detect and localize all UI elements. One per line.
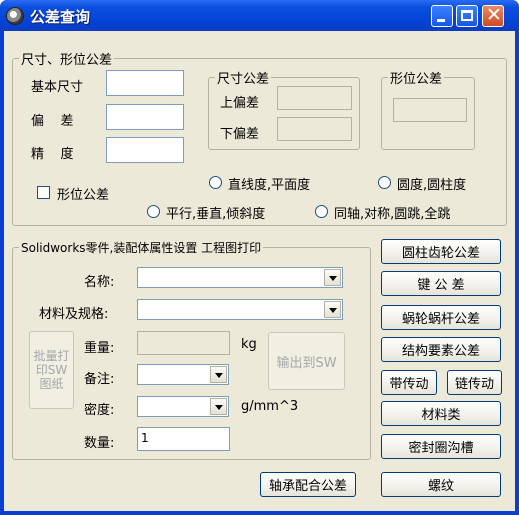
app-icon[interactable] [6,7,24,25]
weight-field [137,331,230,355]
belt-drive-button[interactable]: 带传动 [381,370,437,395]
density-combobox[interactable] [137,396,229,417]
structural-feature-tolerance-button[interactable]: 结构要素公差 [381,337,501,362]
material-class-button[interactable]: 材料类 [381,401,501,426]
seal-groove-button[interactable]: 密封圈沟槽 [381,434,501,459]
chevron-down-icon[interactable] [324,269,341,286]
note-label: 备注: [84,372,115,387]
material-label: 材料及规格: [39,307,109,322]
precision-label: 精 度 [31,147,74,162]
form-tolerance-legend: 形位公差 [390,72,443,87]
radio-parallelism[interactable] [147,205,160,218]
chevron-down-icon[interactable] [210,366,227,383]
size-tolerance-legend: 尺寸公差 [217,72,270,87]
solidworks-group-legend: Solidworks零件,装配体属性设置 工程图打印 [21,241,262,255]
title-bar[interactable]: 公差查询 ✕ [0,0,519,31]
name-combobox[interactable] [137,267,343,288]
basic-size-label: 基本尺寸 [31,80,84,95]
spur-gear-tolerance-button[interactable]: 圆柱齿轮公差 [381,239,501,264]
form-tolerance-checkbox[interactable] [37,186,50,199]
minimize-icon [437,19,445,22]
density-label: 密度: [84,403,115,418]
bearing-fit-tolerance-button[interactable]: 轴承配合公差 [260,472,356,497]
close-icon: ✕ [486,4,502,26]
material-combobox[interactable] [137,299,343,320]
name-label: 名称: [84,275,115,290]
radio-coaxiality[interactable] [315,205,328,218]
weight-unit: kg [241,337,257,352]
precision-input[interactable] [106,137,184,163]
app-window: 公差查询 ✕ 尺寸、形位公差 基本尺寸 偏 差 精 度 尺寸公差 上偏差 下偏差 [0,0,519,515]
note-combobox[interactable] [137,364,229,385]
radio-coaxiality-label[interactable]: 同轴,对称,圆跳,全跳 [334,203,450,222]
radio-straightness[interactable] [209,176,222,189]
deviation-label: 偏 差 [31,114,74,129]
radio-parallelism-label[interactable]: 平行,垂直,倾斜度 [166,203,265,222]
deviation-input[interactable] [106,104,184,130]
form-tolerance-checkbox-label[interactable]: 形位公差 [57,184,109,203]
upper-deviation-label: 上偏差 [220,96,260,111]
form-tolerance-field [393,98,467,122]
dimension-group-legend: 尺寸、形位公差 [21,53,113,68]
worm-gear-tolerance-button[interactable]: 蜗轮蜗杆公差 [381,305,501,330]
maximize-icon [461,10,473,21]
minimize-button[interactable] [431,5,453,27]
batch-print-sw-button[interactable]: 批量打印SW图纸 [29,331,74,409]
radio-roundness-label[interactable]: 圆度,圆柱度 [397,174,466,193]
density-unit: g/mm^3 [241,399,299,414]
lower-deviation-label: 下偏差 [220,127,260,142]
window-title: 公差查询 [30,8,91,26]
key-tolerance-button[interactable]: 键 公 差 [381,271,501,296]
lower-deviation-field [277,117,352,141]
radio-roundness[interactable] [378,176,391,189]
quantity-label: 数量: [84,436,115,451]
basic-size-input[interactable] [106,70,184,96]
export-to-sw-button[interactable]: 输出到SW [268,332,345,390]
upper-deviation-field [277,86,352,110]
maximize-button[interactable] [456,5,478,27]
chevron-down-icon[interactable] [210,398,227,415]
chain-drive-button[interactable]: 链传动 [447,370,502,395]
close-button[interactable]: ✕ [482,4,504,27]
radio-straightness-label[interactable]: 直线度,平面度 [228,174,310,193]
dialog-client: 尺寸、形位公差 基本尺寸 偏 差 精 度 尺寸公差 上偏差 下偏差 形位公差 形… [4,31,515,511]
quantity-input[interactable]: 1 [137,427,230,451]
weight-label: 重量: [84,341,115,356]
chevron-down-icon[interactable] [324,301,341,318]
thread-button[interactable]: 螺纹 [381,472,501,497]
